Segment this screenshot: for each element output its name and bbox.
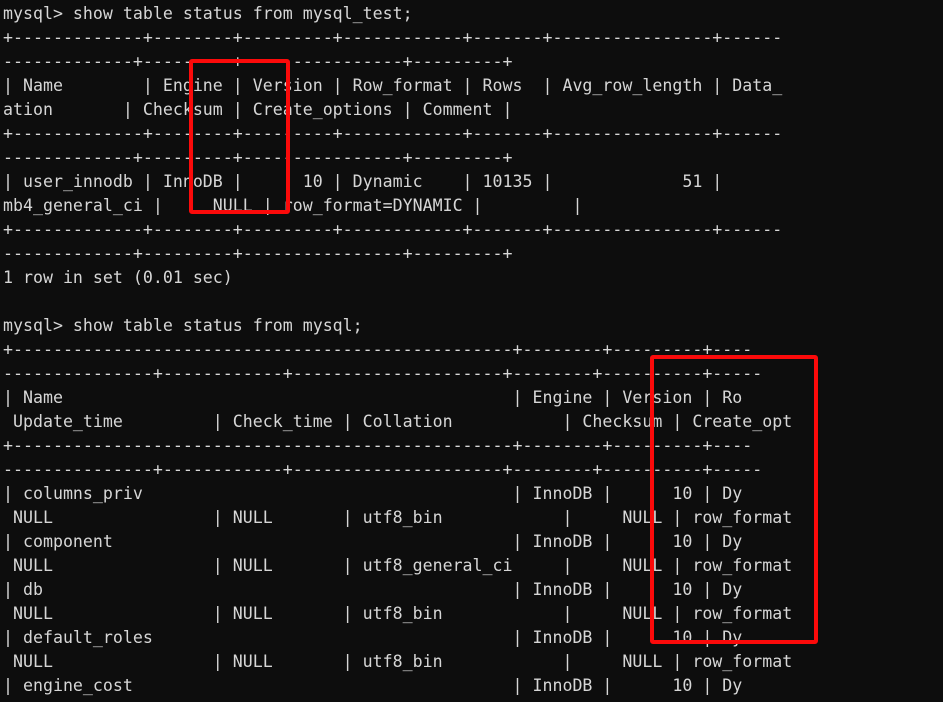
terminal-window[interactable]: mysql> show table status from mysql_test… [0,0,943,702]
terminal-output[interactable]: mysql> show table status from mysql_test… [0,0,943,702]
